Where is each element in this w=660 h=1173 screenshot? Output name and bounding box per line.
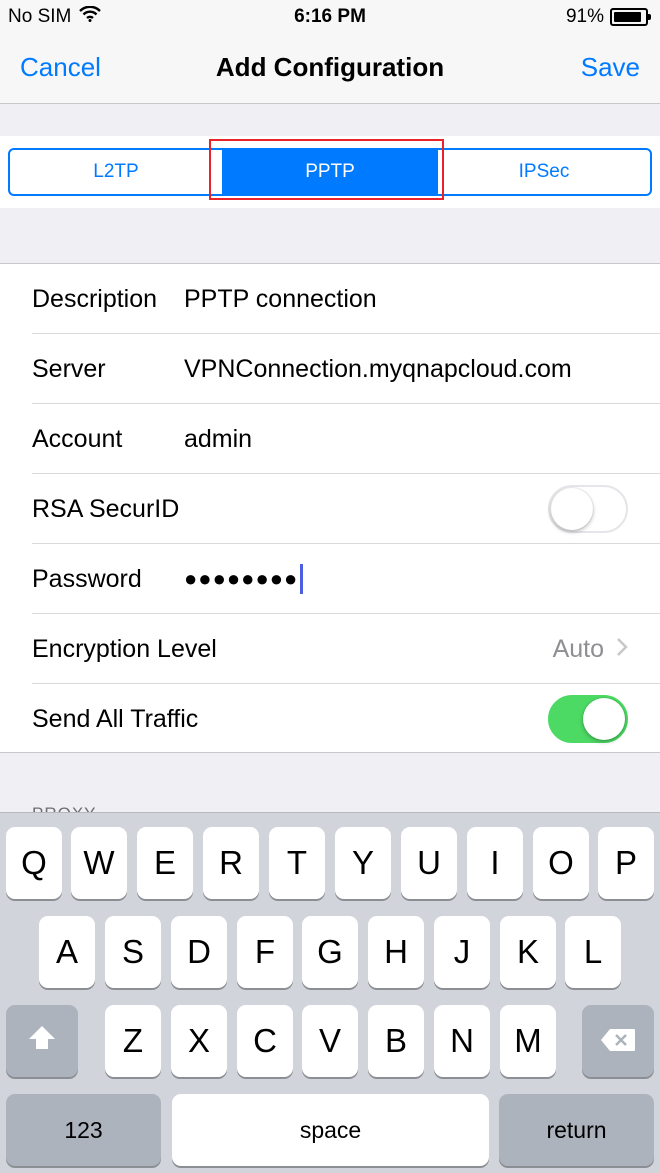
key-h[interactable]: H [368, 916, 424, 988]
key-k[interactable]: K [500, 916, 556, 988]
key-w[interactable]: W [71, 827, 127, 899]
key-v[interactable]: V [302, 1005, 358, 1077]
key-l[interactable]: L [565, 916, 621, 988]
numbers-key[interactable]: 123 [6, 1094, 161, 1166]
server-input[interactable]: VPNConnection.myqnapcloud.com [184, 355, 572, 384]
description-row[interactable]: Description PPTP connection [0, 264, 660, 334]
password-input[interactable]: ●●●●●●●● [184, 564, 304, 594]
description-input[interactable]: PPTP connection [184, 285, 377, 314]
vpn-type-strip: L2TP PPTP IPSec [0, 136, 660, 208]
space-key[interactable]: space [172, 1094, 489, 1166]
key-s[interactable]: S [105, 916, 161, 988]
key-q[interactable]: Q [6, 827, 62, 899]
description-label: Description [32, 284, 158, 313]
send-all-traffic-toggle[interactable] [548, 695, 628, 743]
account-input[interactable]: admin [184, 425, 252, 454]
shift-icon [27, 1022, 57, 1060]
account-row[interactable]: Account admin [0, 404, 660, 474]
key-x[interactable]: X [171, 1005, 227, 1077]
encryption-level-value: Auto [552, 634, 604, 663]
key-m[interactable]: M [500, 1005, 556, 1077]
return-key[interactable]: return [499, 1094, 654, 1166]
key-j[interactable]: J [434, 916, 490, 988]
key-f[interactable]: F [237, 916, 293, 988]
keyboard: Q W E R T Y U I O P A S D F G H J K L Z … [0, 812, 660, 1173]
password-dots: ●●●●●●●● [184, 566, 299, 591]
key-t[interactable]: T [269, 827, 325, 899]
encryption-level-label: Encryption Level [32, 634, 217, 663]
vpn-config-form: Description PPTP connection Server VPNCo… [0, 263, 660, 753]
key-d[interactable]: D [171, 916, 227, 988]
text-caret [300, 564, 304, 594]
battery-group: 91% [565, 6, 651, 28]
battery-fill [614, 12, 642, 22]
delete-icon [600, 1022, 636, 1060]
segment-ipsec[interactable]: IPSec [438, 150, 650, 194]
key-a[interactable]: A [39, 916, 95, 988]
server-label: Server [32, 354, 106, 383]
key-z[interactable]: Z [105, 1005, 161, 1077]
segment-l2tp[interactable]: L2TP [10, 150, 224, 194]
key-i[interactable]: I [467, 827, 523, 899]
toggle-knob [583, 698, 625, 740]
key-y[interactable]: Y [335, 827, 391, 899]
delete-key[interactable] [582, 1005, 654, 1077]
shift-key[interactable] [6, 1005, 78, 1077]
key-e[interactable]: E [137, 827, 193, 899]
key-c[interactable]: C [237, 1005, 293, 1077]
save-button[interactable]: Save [581, 52, 640, 83]
rsa-securid-toggle[interactable] [548, 485, 628, 533]
key-p[interactable]: P [598, 827, 654, 899]
battery-icon [610, 8, 651, 26]
vpn-type-segmented-control: L2TP PPTP IPSec [8, 148, 652, 196]
status-time: 6:16 PM [294, 6, 366, 27]
key-g[interactable]: G [302, 916, 358, 988]
chevron-right-icon [616, 635, 628, 664]
encryption-level-value-group[interactable]: Auto [553, 635, 628, 664]
password-label: Password [32, 564, 142, 593]
key-o[interactable]: O [533, 827, 589, 899]
segment-pptp[interactable]: PPTP [224, 150, 438, 194]
key-b[interactable]: B [368, 1005, 424, 1077]
key-n[interactable]: N [434, 1005, 490, 1077]
rsa-securid-row: RSA SecurID [0, 474, 660, 544]
encryption-level-row[interactable]: Encryption Level Auto [0, 614, 660, 684]
key-r[interactable]: R [203, 827, 259, 899]
rsa-securid-label: RSA SecurID [32, 494, 180, 523]
send-all-traffic-row: Send All Traffic [0, 684, 660, 754]
send-all-traffic-label: Send All Traffic [32, 704, 199, 733]
page-title: Add Configuration [215, 52, 445, 82]
toggle-knob [551, 488, 593, 530]
nav-bar: Cancel Add Configuration Save [0, 34, 660, 104]
status-bar: No SIM 6:16 PM 91% [0, 0, 660, 34]
battery-percent: 91% [565, 6, 604, 27]
account-label: Account [32, 424, 123, 453]
password-row[interactable]: Password ●●●●●●●● [0, 544, 660, 614]
server-row[interactable]: Server VPNConnection.myqnapcloud.com [0, 334, 660, 404]
key-u[interactable]: U [401, 827, 457, 899]
